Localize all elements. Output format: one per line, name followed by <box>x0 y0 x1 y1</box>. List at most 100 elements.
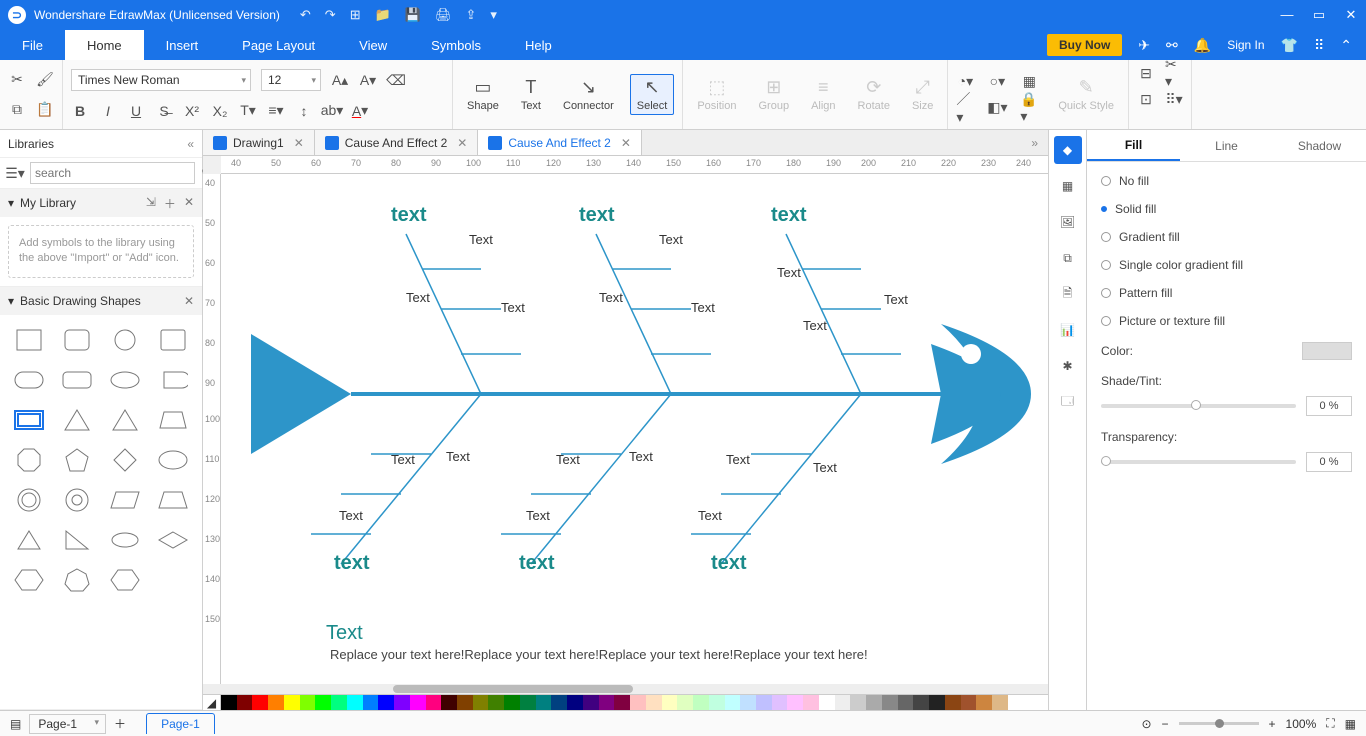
tabs-expand-icon[interactable]: » <box>1021 130 1048 155</box>
shape-triangle-up[interactable] <box>10 525 48 555</box>
trans-slider[interactable] <box>1101 460 1296 464</box>
sub-text[interactable]: Text <box>406 290 430 305</box>
zoom-slider[interactable] <box>1179 722 1259 725</box>
shape-triangle[interactable] <box>58 405 96 435</box>
sub-text[interactable]: Text <box>469 232 493 247</box>
fontsize-select[interactable]: 12 <box>261 69 321 91</box>
diagram-title[interactable]: Text <box>326 622 363 645</box>
tshirt-icon[interactable]: 👕 <box>1281 37 1298 54</box>
send-icon[interactable]: ✈ <box>1138 37 1150 54</box>
shape-card[interactable] <box>154 325 192 355</box>
fullscreen-icon[interactable]: ▦ <box>1345 717 1356 731</box>
menu-pagelayout[interactable]: Page Layout <box>220 30 337 60</box>
rt-history-icon[interactable]: 🗔 <box>1054 388 1082 416</box>
shadow-icon[interactable]: ◧▾ <box>988 99 1006 117</box>
sub-text[interactable]: Text <box>691 300 715 315</box>
font-select[interactable]: Times New Roman <box>71 69 251 91</box>
color-swatch[interactable] <box>1302 342 1352 360</box>
library-search-input[interactable] <box>30 162 195 184</box>
theme-icon[interactable]: ▦ <box>1020 73 1038 91</box>
import-icon[interactable]: ⇲ <box>146 195 156 212</box>
shape-heptagon[interactable] <box>58 565 96 595</box>
rt-layers-icon[interactable]: ⧉ <box>1054 244 1082 272</box>
shape-terminator[interactable] <box>154 365 192 395</box>
fill-solid[interactable]: Solid fill <box>1101 202 1352 216</box>
sub-text[interactable]: Text <box>629 449 653 464</box>
shape-roundrect[interactable] <box>58 365 96 395</box>
position-tool[interactable]: ⬚Position <box>691 75 742 114</box>
shape-chevron[interactable] <box>106 525 144 555</box>
tab-close-icon[interactable]: ✕ <box>621 136 631 150</box>
shape-pentagon[interactable] <box>58 445 96 475</box>
category-top-1[interactable]: text <box>391 204 427 227</box>
diagram-desc[interactable]: Replace your text here!Replace your text… <box>330 647 868 662</box>
shape-circle[interactable] <box>106 325 144 355</box>
rp-tab-shadow[interactable]: Shadow <box>1273 130 1366 161</box>
shape-trapezoid2[interactable] <box>154 405 192 435</box>
clear-format-icon[interactable]: ⌫ <box>387 71 405 89</box>
shape-diamond2[interactable] <box>154 525 192 555</box>
superscript-icon[interactable]: X² <box>183 102 201 120</box>
tab-cae2[interactable]: Cause And Effect 2✕ <box>478 130 642 155</box>
shape-ring[interactable] <box>58 485 96 515</box>
play-icon[interactable]: ⊙ <box>1141 717 1151 731</box>
save-icon[interactable]: 💾 <box>405 7 421 23</box>
shape-hexagon2[interactable] <box>106 565 144 595</box>
shape-frame[interactable] <box>10 405 48 435</box>
fill-gradient[interactable]: Gradient fill <box>1101 230 1352 244</box>
tab-drawing1[interactable]: Drawing1✕ <box>203 130 315 155</box>
sub-text[interactable]: Text <box>777 265 801 280</box>
sub-text[interactable]: Text <box>339 508 363 523</box>
text-tool[interactable]: TText <box>515 75 547 114</box>
category-bot-1[interactable]: text <box>334 552 370 575</box>
menu-help[interactable]: Help <box>503 30 574 60</box>
sub-text[interactable]: Text <box>884 292 908 307</box>
rt-grid-icon[interactable]: ▦ <box>1054 172 1082 200</box>
export-icon[interactable]: ⇪ <box>466 7 477 23</box>
subscript-icon[interactable]: X₂ <box>211 102 229 120</box>
format-painter-icon[interactable]: 🖌 <box>36 70 54 88</box>
redo-icon[interactable]: ↷ <box>325 7 336 23</box>
sub-text[interactable]: Text <box>526 508 550 523</box>
shape-triangle2[interactable] <box>106 405 144 435</box>
grid-icon[interactable]: ⠿ <box>1314 37 1324 54</box>
category-bot-2[interactable]: text <box>519 552 555 575</box>
shape-roundsquare[interactable] <box>58 325 96 355</box>
shape-tool[interactable]: ▭Shape <box>461 75 505 114</box>
close-lib-icon[interactable]: ✕ <box>184 195 194 212</box>
rt-image-icon[interactable]: 🖼 <box>1054 208 1082 236</box>
category-top-3[interactable]: text <box>771 204 807 227</box>
fill-icon[interactable]: ◔▾ <box>956 73 974 91</box>
fill-singlegrad[interactable]: Single color gradient fill <box>1101 258 1352 272</box>
signin-link[interactable]: Sign In <box>1227 38 1264 52</box>
bell-icon[interactable]: 🔔 <box>1194 37 1211 54</box>
shape-diamond[interactable] <box>106 445 144 475</box>
sameheight-icon[interactable]: ⊡ <box>1137 90 1155 108</box>
page-select[interactable]: Page-1 <box>29 714 106 734</box>
sub-text[interactable]: Text <box>698 508 722 523</box>
menu-home[interactable]: Home <box>65 30 144 60</box>
close-shapes-icon[interactable]: ✕ <box>184 294 194 308</box>
chevron-down-icon[interactable]: ▾ <box>8 294 14 308</box>
share-icon[interactable]: ⚯ <box>1166 37 1178 54</box>
open-icon[interactable]: 📁 <box>375 7 391 23</box>
cut-icon[interactable]: ✂ <box>8 70 26 88</box>
underline-icon[interactable]: U <box>127 102 145 120</box>
copy-icon[interactable]: ⧉ <box>8 101 26 119</box>
library-menu-icon[interactable]: ☰▾ <box>6 164 24 182</box>
quickstyle-tool[interactable]: ✎Quick Style <box>1052 75 1120 114</box>
outline-icon[interactable]: ○▾ <box>988 73 1006 91</box>
sub-text[interactable]: Text <box>446 449 470 464</box>
pagelist-icon[interactable]: ▤ <box>10 717 21 731</box>
paste-icon[interactable]: 📋 <box>36 101 54 119</box>
menu-symbols[interactable]: Symbols <box>409 30 503 60</box>
distribute-icon[interactable]: ⠿▾ <box>1165 90 1183 108</box>
bullets-icon[interactable]: ≡▾ <box>267 102 285 120</box>
connector-tool[interactable]: ↘Connector <box>557 75 620 114</box>
rt-fill-icon[interactable]: ◆ <box>1054 136 1082 164</box>
rotate-tool[interactable]: ⟳Rotate <box>852 75 896 114</box>
rt-page-icon[interactable]: 🗎 <box>1054 280 1082 308</box>
buy-now-button[interactable]: Buy Now <box>1047 34 1122 56</box>
shape-righttri[interactable] <box>58 525 96 555</box>
h-scrollbar[interactable] <box>203 684 1048 694</box>
